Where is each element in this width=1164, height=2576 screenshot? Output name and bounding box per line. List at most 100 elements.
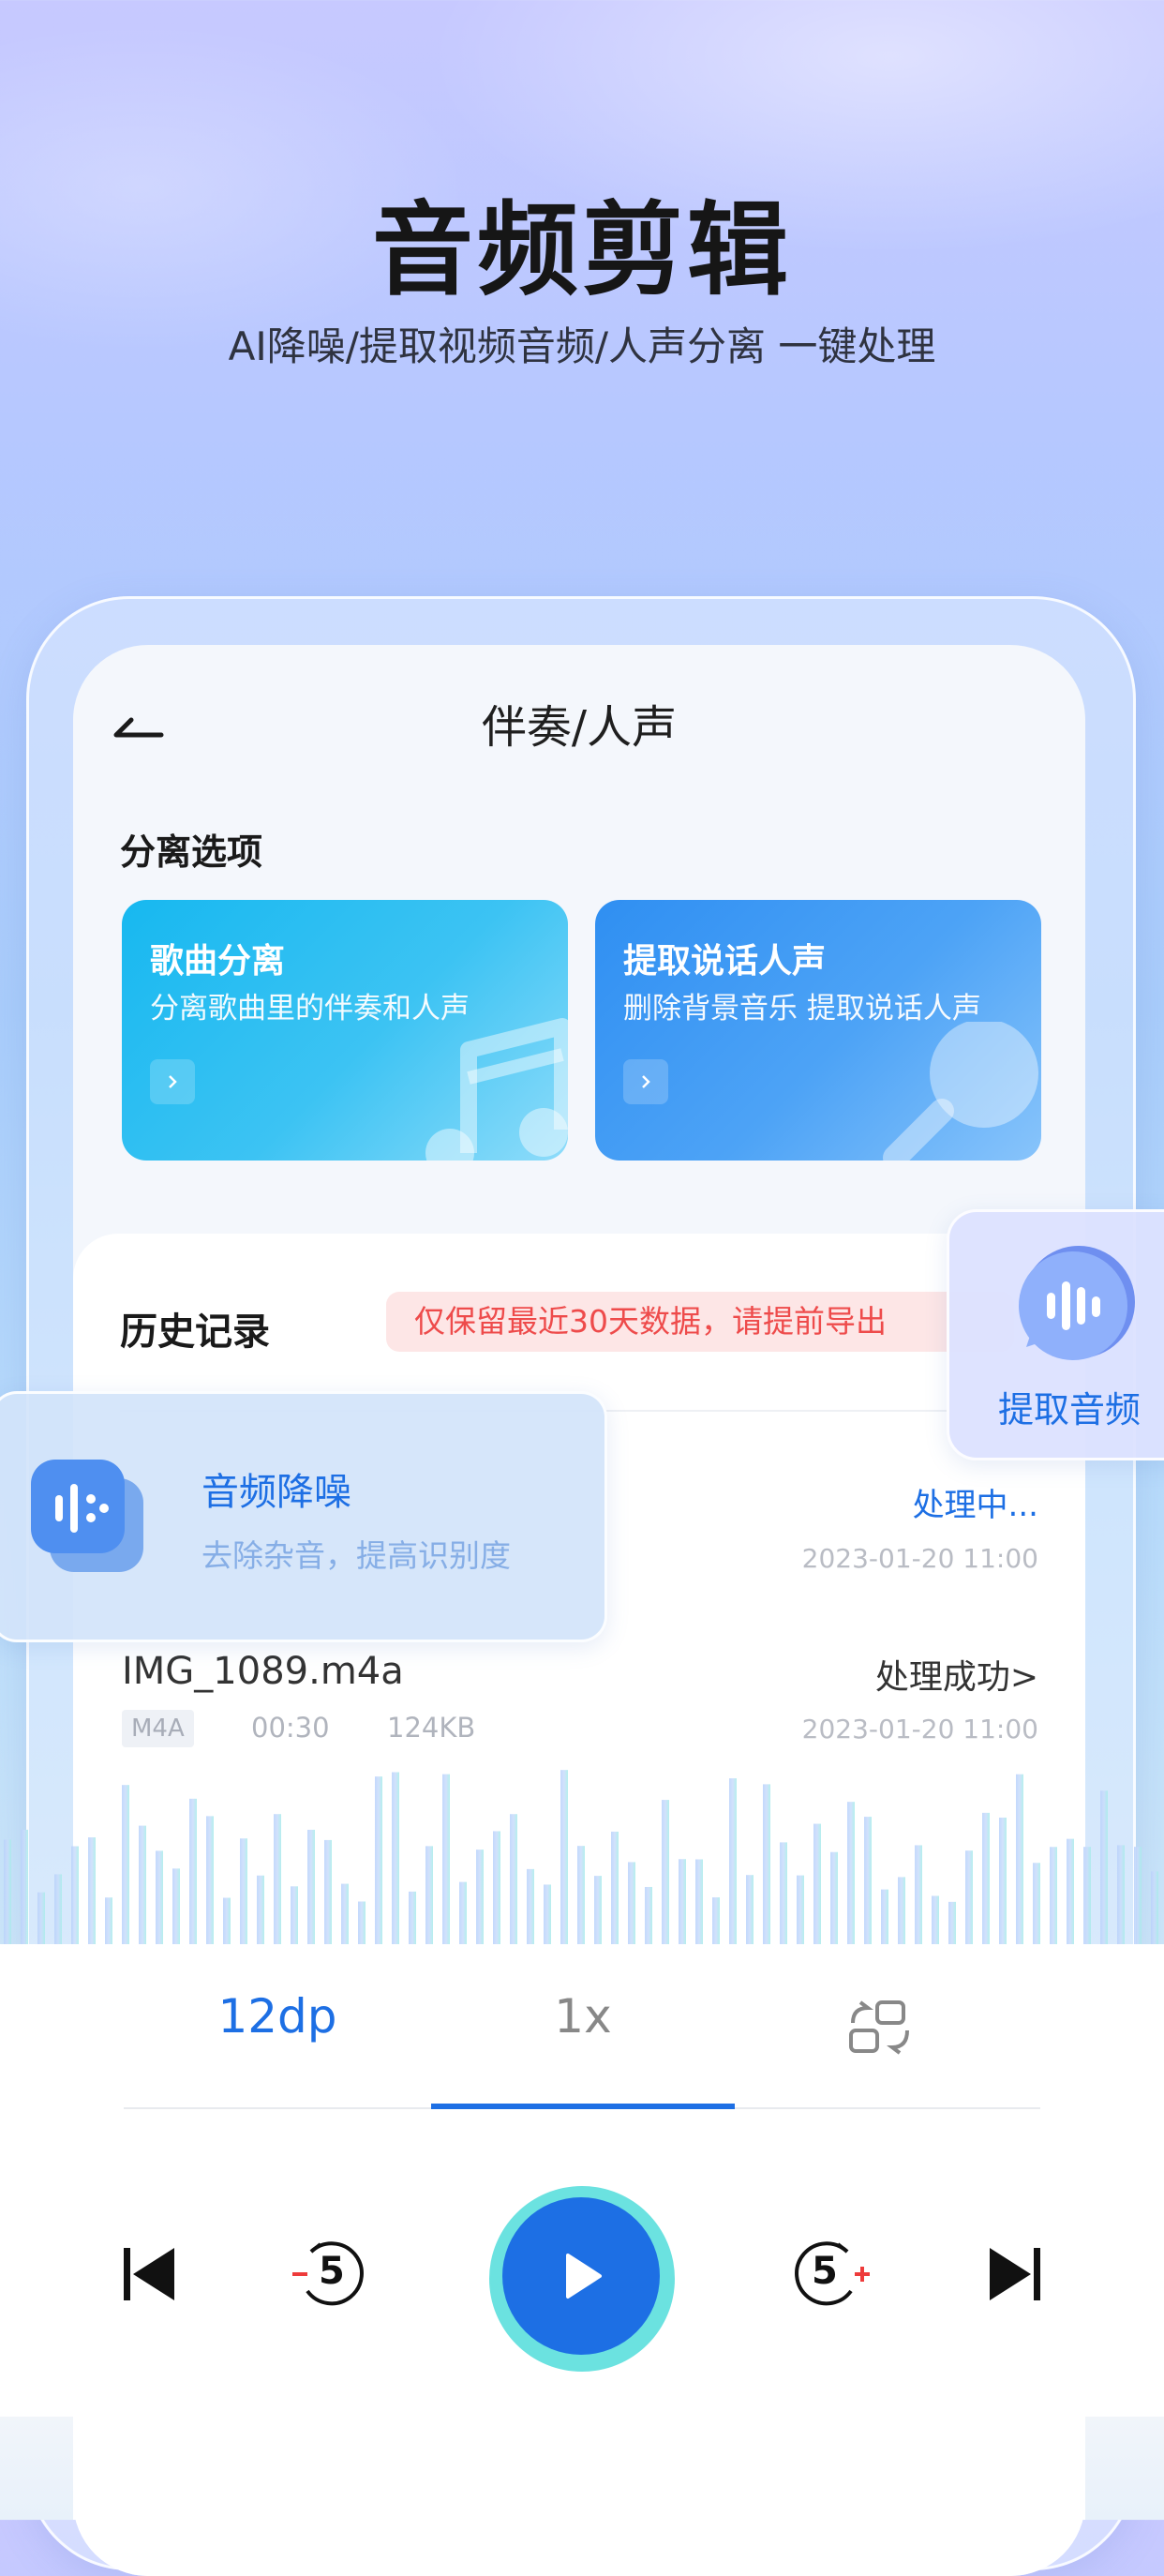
tab-dp[interactable]: 12dp <box>184 1989 371 2044</box>
waveform-bar <box>662 1800 669 1946</box>
waveform-bar <box>493 1831 500 1946</box>
waveform-bar <box>577 1846 585 1946</box>
tab-indicator <box>431 2104 735 2109</box>
file-format-badge: M4A <box>122 1710 194 1747</box>
waveform-bar <box>122 1785 129 1946</box>
waveform-bar <box>442 1774 450 1946</box>
tab-speed[interactable]: 1x <box>489 1989 677 2044</box>
waveform-bar <box>544 1884 551 1946</box>
waveform-bar <box>1151 1871 1158 1946</box>
waveform-bar <box>932 1895 939 1946</box>
hero-subtitle: AI降噪/提取视频音频/人声分离 一键处理 <box>228 323 936 369</box>
extract-voice-card[interactable]: 提取说话人声 删除背景音乐 提取说话人声 <box>595 900 1041 1161</box>
file-duration: 00:30 <box>251 1712 330 1744</box>
row-status-processing: 处理中... <box>912 1487 1038 1524</box>
waveform-bar <box>645 1886 652 1946</box>
waveform-bar <box>982 1812 990 1946</box>
waveform-bar <box>1067 1838 1074 1946</box>
waveform-bar <box>830 1851 838 1946</box>
waveform-bar <box>1083 1847 1091 1946</box>
waveform-bar <box>409 1891 416 1946</box>
waveform-bar <box>88 1837 96 1946</box>
waveform-bar <box>392 1772 399 1946</box>
audio-waveform <box>4 1770 1158 1946</box>
waveform-bar <box>797 1875 804 1946</box>
page-title: 伴奏/人声 <box>481 701 678 754</box>
waveform-bar <box>729 1778 737 1946</box>
card-title: 提取说话人声 <box>623 942 827 981</box>
skip-previous-icon[interactable] <box>122 2244 178 2304</box>
waveform-bar <box>1100 1790 1108 1946</box>
extract-audio-card[interactable]: 提取音频 <box>947 1209 1164 1460</box>
row-time: 2023-01-20 11:00 <box>801 1714 1038 1745</box>
waveform-bar <box>324 1839 332 1946</box>
waveform-bar <box>358 1901 366 1946</box>
waveform-bar <box>746 1875 754 1946</box>
waveform-bar <box>21 1829 28 1946</box>
history-notice: 仅保留最近30天数据，请提前导出 <box>386 1292 1014 1352</box>
row-status-success-link[interactable]: 处理成功> <box>875 1650 1038 1699</box>
waveform-bar <box>274 1814 281 1946</box>
card-desc: 删除背景音乐 提取说话人声 <box>623 992 981 1026</box>
play-button[interactable] <box>489 2186 675 2372</box>
waveform-bar <box>257 1875 264 1946</box>
waveform-bar <box>1050 1847 1057 1946</box>
chevron-right-icon[interactable] <box>150 1059 195 1104</box>
card-label: 提取音频 <box>998 1389 1142 1430</box>
skip-next-icon[interactable] <box>986 2244 1042 2304</box>
waveform-bar <box>37 1892 45 1946</box>
card-desc: 分离歌曲里的伴奏和人声 <box>150 992 470 1026</box>
waveform-bar <box>560 1770 568 1946</box>
waveform-bar <box>864 1817 872 1946</box>
waveform-bar <box>54 1874 62 1946</box>
waveform-bar <box>223 1897 231 1946</box>
waveform-bar <box>679 1859 686 1946</box>
waveform-bar <box>189 1798 197 1946</box>
waveform-bar <box>206 1816 214 1946</box>
rewind-label: 5 <box>319 2250 345 2293</box>
waveform-bar <box>611 1831 619 1946</box>
waveform-bar <box>172 1868 180 1946</box>
waveform-bar <box>1016 1774 1023 1946</box>
forward-5-button[interactable]: 5 <box>795 2239 872 2310</box>
waveform-bar <box>695 1859 703 1946</box>
card-title: 音频降噪 <box>201 1471 351 1514</box>
waveform-bar <box>1033 1863 1040 1946</box>
waveform-bar <box>4 1839 11 1946</box>
waveform-bar <box>341 1883 349 1946</box>
hero-title: 音频剪辑 <box>371 191 792 309</box>
waveform-bar <box>594 1876 602 1946</box>
waveform-bar <box>813 1823 821 1946</box>
waveform-bar <box>375 1776 382 1946</box>
history-title: 历史记录 <box>120 1310 270 1354</box>
waveform-bar <box>459 1881 467 1946</box>
file-name[interactable]: IMG_1089.m4a <box>122 1650 404 1693</box>
waveform-bar <box>71 1846 79 1946</box>
waveform-bar <box>628 1862 635 1946</box>
waveform-bar <box>948 1901 956 1946</box>
waveform-bar <box>240 1838 247 1946</box>
loop-switch-icon[interactable] <box>845 1999 920 2055</box>
waveform-bar <box>1117 1845 1125 1946</box>
card-title: 歌曲分离 <box>150 942 286 981</box>
audio-denoise-card[interactable]: 音频降噪 去除杂音，提高识别度 <box>0 1391 607 1642</box>
extract-audio-icon <box>1019 1246 1135 1360</box>
waveform-bar <box>291 1886 298 1946</box>
waveform-bar <box>527 1868 534 1946</box>
waveform-bar <box>510 1814 517 1946</box>
waveform-bar <box>476 1850 484 1946</box>
section-title: 分离选项 <box>120 831 263 873</box>
waveform-bar <box>105 1897 112 1946</box>
chevron-right-icon[interactable] <box>623 1059 668 1104</box>
bottom-screen-edge <box>73 2417 1085 2520</box>
row-time: 2023-01-20 11:00 <box>801 1543 1038 1574</box>
waveform-bar <box>780 1842 787 1946</box>
rewind-5-button[interactable]: 5 <box>292 2239 369 2310</box>
waveform-bar <box>156 1850 163 1946</box>
waveform-bar <box>139 1825 146 1946</box>
waveform-bar <box>1134 1847 1142 1946</box>
waveform-bar <box>965 1850 973 1946</box>
microphone-icon <box>883 1022 1038 1161</box>
song-separation-card[interactable]: 歌曲分离 分离歌曲里的伴奏和人声 <box>122 900 568 1161</box>
forward-label: 5 <box>812 2250 838 2293</box>
